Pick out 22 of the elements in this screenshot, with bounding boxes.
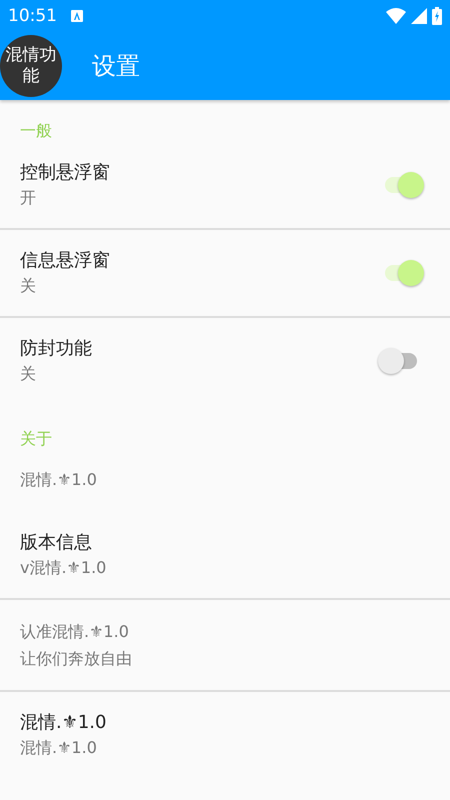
note-line: 让你们奔放自由	[20, 648, 133, 670]
toolbar-title: 设置	[92, 51, 140, 82]
setting-summary: 关	[20, 363, 37, 385]
note-line: 认准混情.⚜1.0	[20, 621, 130, 643]
setting-title: 混情.⚜1.0	[20, 711, 108, 735]
section-header: 关于	[19, 428, 53, 450]
setting-title: 防封功能	[20, 337, 93, 361]
notification-icon	[71, 10, 83, 22]
battery-icon	[432, 7, 442, 25]
setting-summary: 混情.⚜1.0	[20, 469, 98, 491]
status-time: 10:51	[8, 6, 57, 26]
setting-summary: 关	[20, 275, 37, 297]
setting-title: 控制悬浮窗	[20, 161, 111, 185]
wifi-icon	[386, 8, 406, 24]
setting-summary: 开	[20, 187, 37, 209]
setting-summary: v混情.⚜1.0	[20, 557, 108, 579]
setting-title: 信息悬浮窗	[20, 249, 111, 273]
avatar-button[interactable]: 混情功能	[0, 35, 62, 97]
signal-icon	[411, 8, 427, 24]
setting-title: 版本信息	[20, 531, 93, 555]
section-header: 一般	[19, 120, 53, 142]
setting-summary: 混情.⚜1.0	[20, 737, 98, 759]
